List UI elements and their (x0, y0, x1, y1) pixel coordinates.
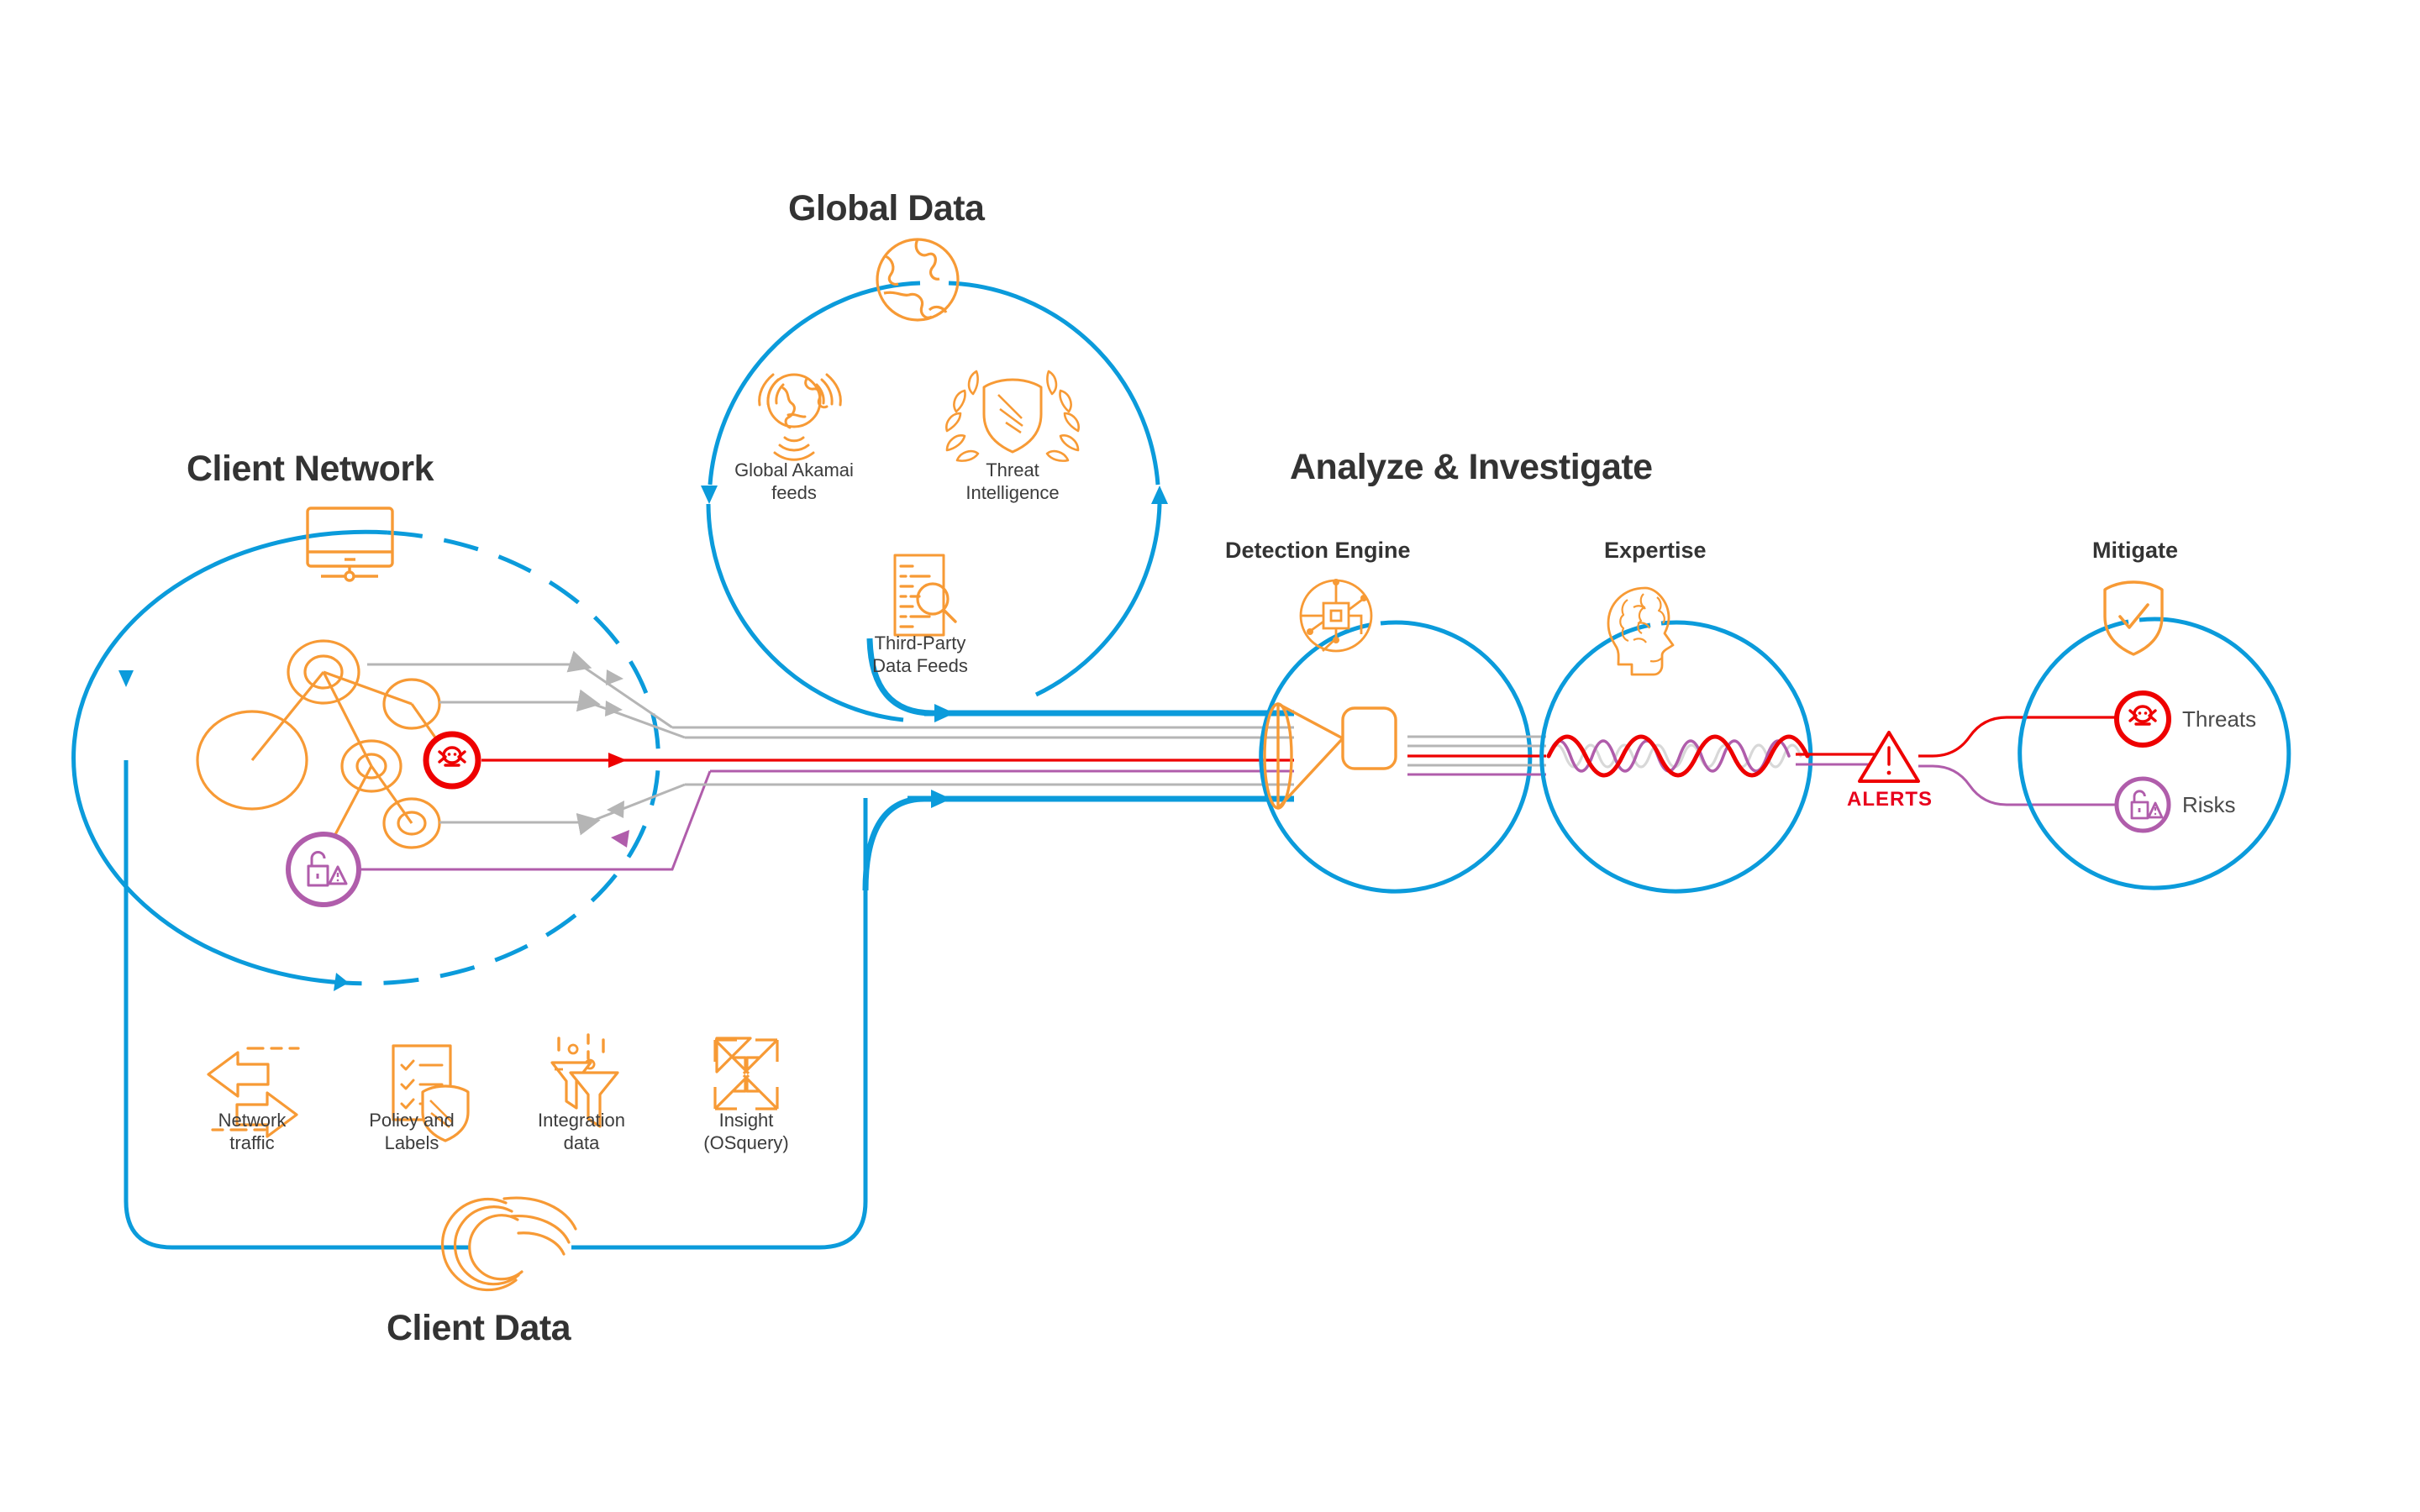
client-data-entry-curve (862, 795, 925, 891)
client-data-loop (124, 760, 868, 1250)
funnel-cone-icon (1263, 702, 1397, 810)
client-network-node-mesh (196, 639, 453, 858)
mitigate-item-label-0: Threats (2182, 706, 2257, 732)
waveforms-icon (1546, 734, 1810, 778)
diagram-canvas: Client Network Global Data Analyze & Inv… (0, 0, 2420, 1512)
global-data-item-label-2: Third-Party Data Feeds (872, 633, 968, 677)
mid-bundle (1407, 735, 1546, 776)
client-data-item-label-2: Integration data (538, 1110, 625, 1154)
risk-node-icon (286, 832, 361, 907)
document-search-icon (893, 554, 957, 637)
data-bundle (672, 710, 1294, 802)
client-data-item-label-3: Insight (OSquery) (703, 1110, 789, 1154)
mitigate-item-label-1: Risks (2182, 792, 2236, 817)
monitor-icon (306, 507, 394, 582)
alerts-label: ALERTS (1847, 788, 1933, 811)
client-network-circle-arrow (334, 973, 349, 991)
warning-triangle-icon (1858, 731, 1920, 783)
mitigate-threats-icon (2114, 690, 2171, 748)
page-title-global-data: Global Data (788, 187, 985, 228)
global-data-item-label-0: Global Akamai feeds (734, 459, 854, 504)
threat-flow-arrow (608, 753, 627, 768)
stage-label-expertise: Expertise (1604, 538, 1707, 564)
brain-head-icon (1607, 586, 1675, 676)
page-title-analyze-investigate: Analyze & Investigate (1290, 446, 1653, 487)
mitigate-risks-icon (2114, 776, 2171, 833)
risk-flow-arrow (611, 830, 629, 848)
akamai-wave-logo (441, 1196, 577, 1292)
globe-icon (876, 238, 960, 322)
client-data-loop-arrow (118, 670, 134, 687)
laurel-shield-icon (945, 370, 1080, 462)
client-data-item-label-1: Policy and Labels (369, 1110, 455, 1154)
client-data-item-label-0: Network traffic (218, 1110, 287, 1154)
mitigate-circle (2018, 617, 2291, 890)
stage-label-detection-engine: Detection Engine (1225, 538, 1411, 564)
circuit-chip-icon (1299, 579, 1373, 653)
global-feeds-icon (758, 373, 842, 461)
threat-node-icon (423, 731, 481, 790)
pinwheel-arrows-icon (713, 1037, 779, 1110)
page-title-client-network: Client Network (187, 448, 434, 489)
stage-label-mitigate: Mitigate (2092, 538, 2179, 564)
diagram-vector-layer (71, 238, 2291, 1292)
page-title-client-data: Client Data (387, 1307, 571, 1348)
global-data-arrow-right (1151, 486, 1168, 504)
bundle-entry-arrows (931, 704, 955, 808)
global-data-item-label-1: Threat Intelligence (965, 459, 1060, 504)
